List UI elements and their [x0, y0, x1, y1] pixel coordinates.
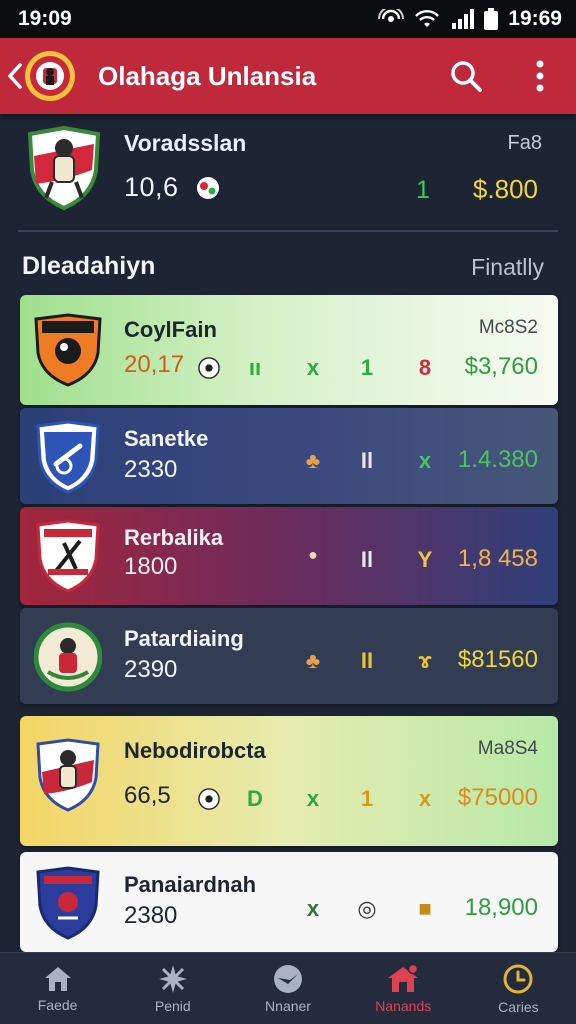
list-item[interactable]: Nebodirobcta 66,5 D x 1 x $75000 Ma8S4	[20, 716, 558, 846]
bottom-navigation: Faede Penid Nnaner Nanands Caries	[0, 952, 576, 1024]
list-item[interactable]: Patardiaing 2390 ♣ II ɤ $81560	[20, 608, 558, 704]
team-value: 66,5	[124, 782, 171, 809]
list-item[interactable]: Rerbalika 1800 ● Il Y 1,8 458	[20, 507, 558, 605]
team-crest-icon	[36, 519, 100, 593]
team-crest-icon	[34, 622, 102, 692]
search-icon	[451, 61, 482, 92]
featured-corner-label: Fa8	[507, 132, 542, 154]
team-price: $81560	[457, 646, 538, 673]
team-name: Panaiardnah	[124, 872, 257, 897]
nav-label: Nnaner	[265, 997, 311, 1014]
sparkle-icon	[158, 964, 187, 993]
nav-label: Faede	[37, 996, 78, 1013]
team-price: 1.4.380	[457, 446, 538, 473]
nav-label: Penid	[154, 997, 191, 1014]
bird-icon	[274, 964, 302, 993]
wifi-icon	[415, 10, 440, 27]
stat-col-4: 8	[418, 355, 432, 380]
team-crest-icon	[27, 126, 101, 210]
team-name: CoylFain	[124, 317, 217, 342]
stat-col-4: x	[418, 448, 432, 473]
team-price: 1,8 458	[457, 545, 538, 572]
stat-col-3: 1	[360, 355, 374, 380]
team-crest-icon	[36, 866, 100, 940]
signal-icon	[452, 9, 475, 29]
list-item[interactable]: CoylFain 20,17 ıı x 1 8 $3,760 Mc8S2	[20, 295, 558, 405]
soccer-ball-icon	[198, 357, 220, 379]
stat-col-2: x	[306, 896, 320, 921]
app-logo	[25, 51, 75, 101]
team-name: Rerbalika	[124, 525, 224, 550]
stat-col-3: Il	[360, 448, 374, 473]
corner-label: Mc8S2	[478, 317, 538, 338]
stat-col-2: x	[306, 355, 320, 380]
stat-col-3: II	[360, 648, 374, 673]
team-value: 2380	[124, 902, 178, 929]
team-value: 2330	[124, 456, 178, 483]
nav-item-penid[interactable]: Penid	[115, 953, 230, 1024]
more-menu-button[interactable]	[516, 52, 564, 100]
team-value: 1800	[124, 553, 178, 580]
featured-score: 10,6	[124, 172, 179, 202]
featured-team-card[interactable]: Voradsslan 10,6 1 $.800 Fa8	[18, 120, 558, 224]
list-item[interactable]: Panaiardnah 2380 x ◎ ■ 18,900	[20, 852, 558, 952]
team-price: $75000	[457, 784, 538, 811]
featured-team-name: Voradsslan	[124, 130, 247, 156]
team-price: $3,760	[464, 353, 538, 380]
home-icon	[44, 966, 71, 991]
stat-col-2: ●	[308, 547, 318, 564]
team-price: 18,900	[464, 894, 538, 921]
nav-item-caries[interactable]: Caries	[461, 953, 576, 1024]
stat-col-2: ♣	[305, 448, 321, 473]
stadium-icon	[388, 963, 419, 992]
soccer-ball-icon	[197, 177, 219, 199]
app-title: Olahaga Unlansia	[98, 60, 317, 91]
more-vertical-icon	[536, 60, 544, 92]
team-name: Sanetke	[124, 426, 209, 451]
corner-label: Ma8S4	[477, 738, 538, 759]
featured-price: $.800	[472, 174, 538, 204]
team-name: Nebodirobcta	[124, 738, 266, 763]
team-value: 2390	[124, 656, 178, 683]
nav-item-nnaner[interactable]: Nnaner	[230, 953, 345, 1024]
list-item[interactable]: Sanetke 2330 ♣ Il x 1.4.380	[20, 408, 558, 504]
battery-icon	[484, 8, 499, 30]
status-time-left: 19:09	[18, 7, 72, 30]
divider	[18, 230, 558, 232]
cast-icon	[378, 9, 405, 22]
status-time-right: 19:69	[508, 7, 562, 30]
team-crest-icon	[36, 738, 100, 812]
stat-col-4: ■	[418, 896, 432, 921]
stat-col-2: ♣	[305, 648, 321, 673]
stat-col-3: ◎	[357, 896, 377, 921]
team-crest-icon	[36, 420, 100, 494]
search-button[interactable]	[442, 52, 490, 100]
nav-item-nanands[interactable]: Nanands	[346, 953, 461, 1024]
soccer-ball-icon	[198, 788, 220, 810]
nav-item-home[interactable]: Faede	[0, 953, 115, 1024]
stat-col-4: ɤ	[418, 648, 432, 673]
stat-col-1: D	[247, 786, 263, 811]
section-filter-button[interactable]: Finatlly	[471, 254, 544, 281]
stat-col-3: Il	[360, 547, 374, 572]
team-value: 20,17	[124, 351, 185, 378]
nav-label: Caries	[498, 998, 539, 1015]
stat-col-1: ıı	[248, 355, 262, 380]
app-bar: Olahaga Unlansia	[0, 38, 576, 114]
stat-col-3: 1	[360, 786, 374, 811]
stat-col-4: Y	[417, 547, 433, 572]
clock-icon	[503, 964, 533, 993]
stat-col-4: x	[418, 786, 432, 811]
status-bar: 19:09 19:69	[0, 0, 576, 38]
chevron-left-icon	[8, 63, 22, 89]
section-title: Dleadahiyn	[22, 252, 156, 280]
featured-stat: 1	[416, 176, 430, 204]
nav-label: Nanands	[375, 997, 432, 1014]
stat-col-2: x	[306, 786, 320, 811]
status-icons: 19:69	[378, 7, 562, 31]
team-crest-icon	[34, 313, 102, 387]
back-button[interactable]	[6, 56, 24, 96]
team-name: Patardiaing	[124, 626, 244, 651]
